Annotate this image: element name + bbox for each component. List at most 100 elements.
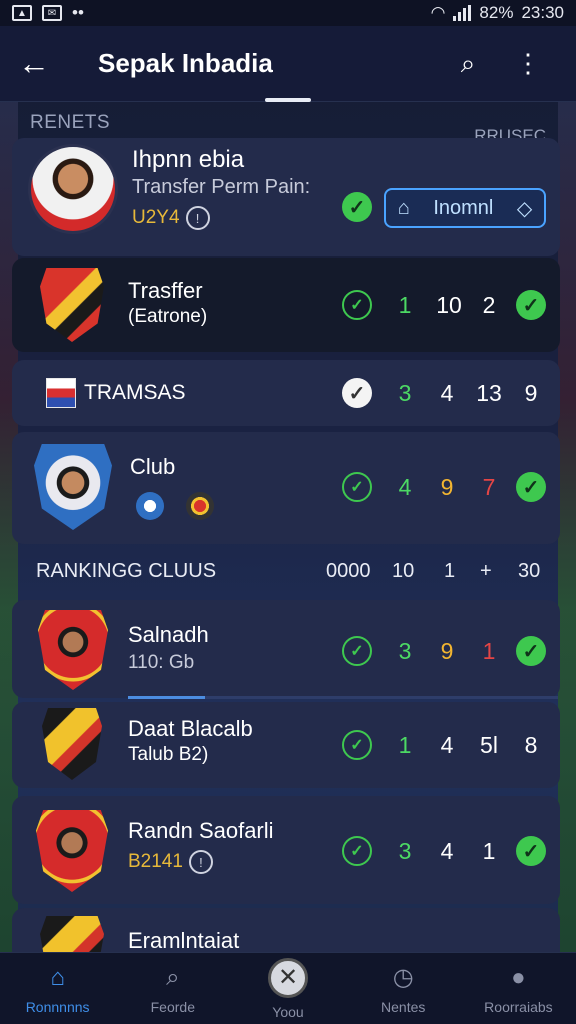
- progress-bar: [128, 696, 558, 699]
- battery-level: 82%: [479, 3, 514, 22]
- check-icon: ✓: [516, 836, 546, 866]
- profile-subtitle: Transfer Perm Pain:: [132, 176, 311, 198]
- search-icon[interactable]: ⌕: [438, 48, 498, 80]
- import-button[interactable]: ⌂ Inomnl ◇: [384, 188, 546, 228]
- ranking-col: +: [480, 560, 492, 582]
- row-sub: (Eatrone): [128, 306, 208, 327]
- import-button-label: Inomnl: [433, 196, 494, 219]
- more-vertical-icon[interactable]: ⋮: [498, 48, 558, 79]
- nav-item-search[interactable]: ⌕ Feorde: [115, 953, 230, 1024]
- stat-value: 5l: [480, 732, 498, 758]
- stat-value: 1: [398, 292, 412, 318]
- ranking-col: 0000: [326, 560, 371, 582]
- table-row[interactable]: Salnadh 110: Gb ✓ 3 9 1 ✓: [12, 600, 560, 698]
- stat-value: 13: [476, 380, 502, 406]
- section-label-left: RENETS: [30, 112, 111, 133]
- nav-label: Roorraiabs: [484, 998, 553, 1015]
- check-icon: ✓: [342, 192, 372, 222]
- profile-code-text: U2Y4: [132, 207, 180, 229]
- white-check-icon: ✓: [342, 378, 372, 408]
- club-crest-icon: [40, 916, 104, 952]
- nav-item-profile[interactable]: ● Roorraiabs: [461, 953, 576, 1024]
- club-name: Daat Blacalb: [128, 716, 253, 741]
- stat-value: 4: [440, 380, 454, 406]
- check-icon: ✓: [516, 636, 546, 666]
- info-icon[interactable]: !: [185, 206, 210, 230]
- stat-value: 9: [524, 380, 538, 406]
- signal-icon: [453, 5, 472, 21]
- profile-code: U2Y4!: [132, 206, 210, 230]
- ranking-col: 1: [444, 560, 456, 582]
- clock: 23:30: [521, 3, 564, 22]
- nav-label: Yoou: [272, 1003, 304, 1020]
- controller-icon: ⌂: [397, 196, 410, 219]
- stat-value: 3: [398, 380, 412, 406]
- status-bar: ▲ ✉ •• ◠ 82% 23:30: [0, 0, 576, 26]
- stat-value: 4: [440, 838, 454, 864]
- check-icon: ✓: [516, 290, 546, 320]
- club-name: Salnadh: [128, 622, 209, 647]
- diamond-icon: ◇: [516, 197, 533, 220]
- outline-check-icon: ✓: [342, 636, 372, 666]
- check-icon: ✓: [516, 472, 546, 502]
- tab-indicator: [265, 98, 311, 102]
- table-row[interactable]: Daat Blacalb Talub B2) ✓ 1 4 5l 8: [12, 702, 560, 788]
- stat-value: 10: [436, 292, 462, 318]
- club-name: Eramlntaiat: [128, 928, 240, 952]
- stat-value: 1: [482, 838, 496, 864]
- nav-item-clock[interactable]: ◷ Nentes: [346, 953, 461, 1024]
- app-bar: ← Sepak Inbadia ⌕ ⋮: [0, 26, 576, 102]
- list-item[interactable]: TRAMSAS ✓ 3 4 13 9: [12, 360, 560, 426]
- notification-icon: ▲: [12, 5, 32, 21]
- nav-label: Nentes: [381, 998, 426, 1015]
- info-icon[interactable]: !: [188, 850, 213, 874]
- bottom-nav: ⌂ Ronnnnns ⌕ Feorde ✕ Yoou ◷ Nentes ● Ro…: [0, 952, 576, 1024]
- row-name: TRAMSAS: [84, 381, 186, 404]
- ranking-col: 10: [392, 560, 415, 582]
- club-sub-text: B2141: [128, 851, 183, 873]
- list-item[interactable]: Trasffer (Eatrone) ✓ 1 10 2 ✓: [12, 258, 560, 352]
- stat-value: 8: [524, 732, 538, 758]
- nav-item-home[interactable]: ⌂ Ronnnnns: [0, 953, 115, 1024]
- table-row[interactable]: Randn Saofarli B2141! ✓ 3 4 1 ✓: [12, 796, 560, 904]
- ranking-label: RANKINGG CLUUS: [36, 560, 217, 582]
- clock-icon: ◷: [392, 964, 414, 991]
- stat-value: 4: [398, 474, 412, 500]
- stat-value: 1: [398, 732, 412, 758]
- table-row[interactable]: Eramlntaiat: [12, 908, 560, 952]
- row-name: Trasffer: [128, 278, 203, 303]
- profile-name: Ihpnn ebia: [132, 146, 245, 173]
- home-icon: ⌂: [50, 963, 65, 991]
- ranking-col: 30: [518, 560, 541, 582]
- club-sub: Talub B2): [128, 744, 209, 765]
- outline-check-icon: ✓: [342, 472, 372, 502]
- stat-value: 3: [398, 838, 412, 864]
- wifi-icon: ◠: [430, 3, 446, 22]
- outline-check-icon: ✓: [342, 730, 372, 760]
- more-dots-icon: ••: [72, 3, 84, 22]
- club-sub: 110: Gb: [128, 652, 195, 673]
- club-crest-icon: [38, 610, 108, 690]
- club-crest-icon: [36, 810, 108, 892]
- stat-value: 1: [482, 638, 496, 664]
- ranking-header: RANKINGG CLUUS 0000 10 1 + 30: [0, 556, 576, 586]
- stat-value: 7: [482, 474, 496, 500]
- outline-check-icon: ✓: [342, 836, 372, 866]
- list-item[interactable]: Club ✓ 4 9 7 ✓: [12, 432, 560, 544]
- club-sub: B2141!: [128, 850, 213, 874]
- nav-item-ball[interactable]: ✕ Yoou: [230, 953, 345, 1024]
- stat-value: 4: [440, 732, 454, 758]
- profile-icon: ●: [511, 963, 526, 991]
- ball-icon: ✕: [268, 957, 308, 998]
- arrow-left-icon[interactable]: ←: [18, 45, 68, 82]
- stat-value: 9: [440, 638, 454, 664]
- progress-fill: [128, 696, 206, 699]
- club-name: Randn Saofarli: [128, 818, 274, 843]
- club-crest-icon: [40, 268, 104, 342]
- nav-label: Ronnnnns: [25, 998, 90, 1015]
- stat-value: 9: [440, 474, 454, 500]
- flag-icon: [46, 378, 76, 408]
- club-crest-icon: [34, 444, 112, 530]
- stat-value: 3: [398, 638, 412, 664]
- stat-value: 2: [482, 292, 496, 318]
